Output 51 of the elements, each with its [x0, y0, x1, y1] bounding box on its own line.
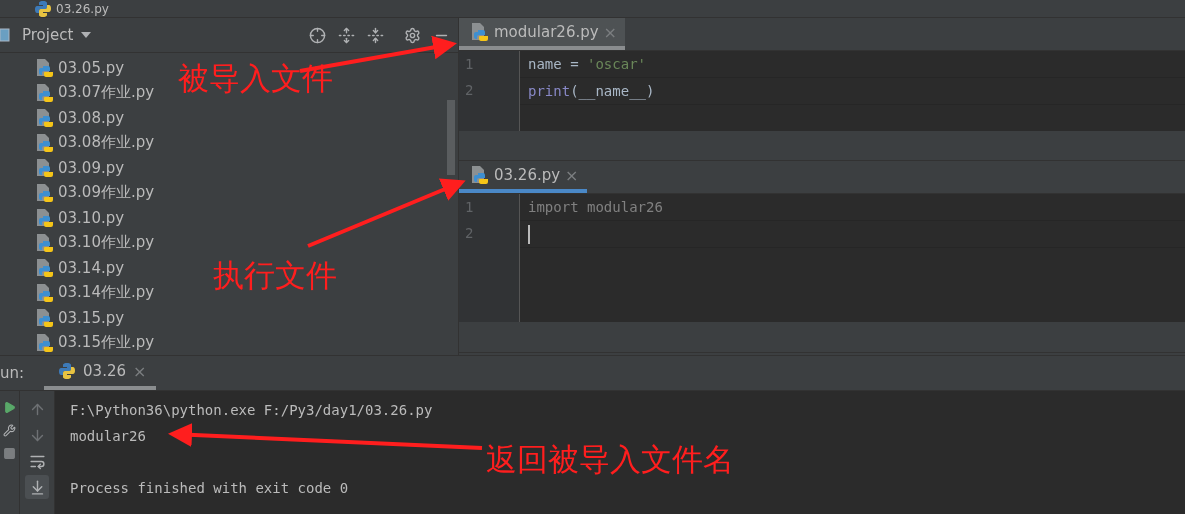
code-line: print(__name__) — [520, 78, 1185, 105]
python-file-icon — [36, 332, 54, 353]
python-file-icon — [36, 207, 54, 228]
file-item[interactable]: 03.08.py — [58, 108, 125, 127]
file-item[interactable]: 03.14作业.py — [58, 283, 155, 302]
python-file-icon — [36, 132, 54, 153]
dropdown-caret-icon[interactable] — [81, 32, 92, 38]
file-item[interactable]: 03.08作业.py — [58, 133, 155, 152]
project-title[interactable]: Project — [22, 26, 74, 44]
code-line: name = 'oscar' — [520, 51, 1185, 78]
editor-tab[interactable]: modular26.py × — [459, 18, 625, 50]
python-file-icon — [36, 307, 54, 328]
run-label: un: — [0, 364, 25, 382]
python-file-icon — [36, 57, 54, 78]
annotation-text: 返回被导入文件名 — [486, 441, 734, 477]
python-file-icon — [36, 157, 54, 178]
collapse-all-icon[interactable] — [367, 26, 384, 44]
settings-icon[interactable] — [404, 26, 421, 44]
console-line: F:\Python36\python.exe F:/Py3/day1/03.26.py — [70, 401, 433, 420]
file-item[interactable]: 03.09作业.py — [58, 183, 155, 202]
python-file-icon — [471, 165, 489, 185]
breadcrumb-path[interactable]: 03.26.py — [56, 1, 109, 16]
python-logo-icon — [58, 362, 77, 380]
python-file-icon — [471, 22, 489, 42]
file-item[interactable]: 03.05.py — [58, 58, 125, 77]
file-item[interactable]: 03.10作业.py — [58, 233, 155, 252]
scrollbar[interactable] — [447, 100, 455, 175]
folder-icon — [0, 28, 10, 42]
file-item[interactable]: 03.14.py — [58, 258, 125, 277]
file-item[interactable]: 03.15作业.py — [58, 333, 155, 352]
annotation-text: 执行文件 — [213, 257, 337, 293]
python-file-icon — [36, 82, 54, 103]
file-item[interactable]: 03.10.py — [58, 208, 125, 227]
python-file-icon — [36, 182, 54, 203]
python-logo-icon — [34, 0, 52, 17]
code-line: import modular26 — [520, 194, 1185, 221]
expand-all-icon[interactable] — [338, 26, 355, 44]
console-line: Process finished with exit code 0 — [70, 479, 349, 498]
python-file-icon — [36, 282, 54, 303]
locate-icon[interactable] — [309, 26, 326, 44]
run-icon[interactable] — [3, 401, 16, 414]
file-item[interactable]: 03.09.py — [58, 158, 125, 177]
file-item[interactable]: 03.15.py — [58, 308, 125, 327]
console-line: modular26 — [70, 427, 146, 446]
stop-icon[interactable] — [3, 447, 16, 460]
wrench-icon[interactable] — [3, 424, 16, 437]
text-caret — [528, 224, 530, 244]
python-file-icon — [36, 232, 54, 253]
python-file-icon — [36, 107, 54, 128]
file-item[interactable]: 03.07作业.py — [58, 83, 155, 102]
python-file-icon — [36, 257, 54, 278]
